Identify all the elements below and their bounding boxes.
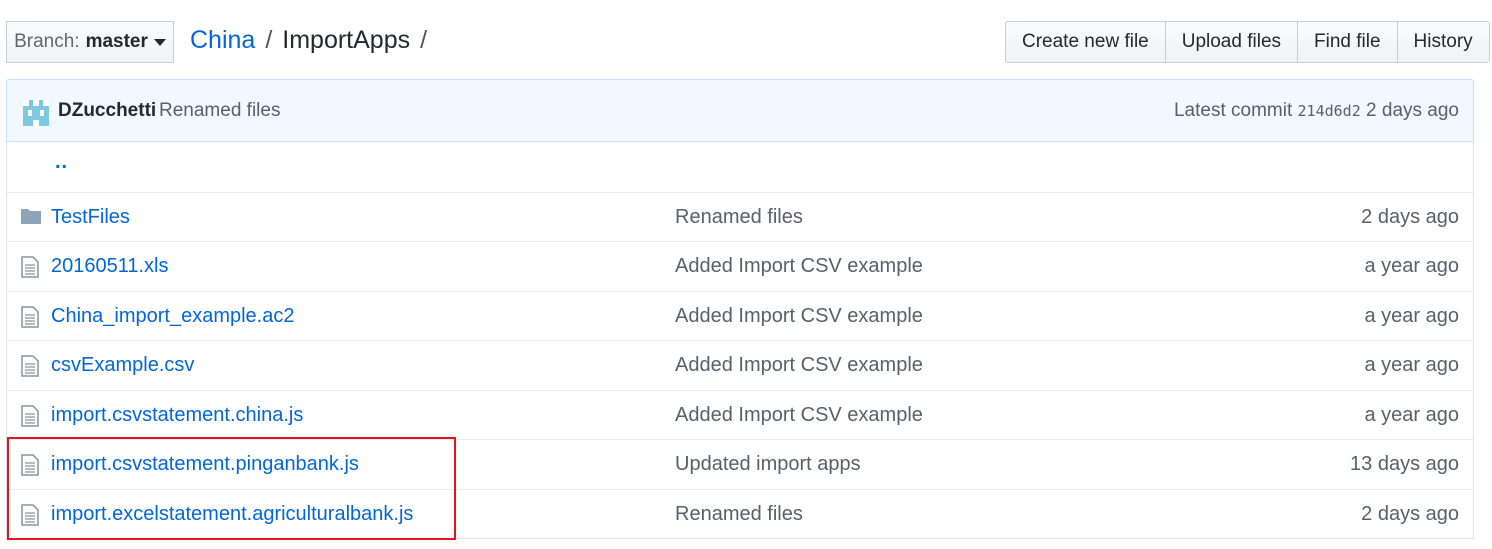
avatar[interactable] bbox=[23, 100, 49, 126]
breadcrumb-separator: / bbox=[420, 26, 428, 54]
file-icon bbox=[21, 355, 39, 377]
file-icon bbox=[21, 404, 39, 427]
file-row: import.csvstatement.pinganbank.js Update… bbox=[7, 439, 1473, 489]
file-name-link[interactable]: import.csvstatement.china.js bbox=[51, 404, 303, 427]
breadcrumb-separator: / bbox=[265, 26, 273, 54]
file-icon bbox=[21, 454, 39, 476]
file-name-link[interactable]: import.excelstatement.agriculturalbank.j… bbox=[51, 503, 413, 526]
latest-commit-label: Latest commit bbox=[1173, 100, 1293, 121]
folder-icon bbox=[21, 208, 41, 224]
branch-selector-button[interactable]: Branch: master bbox=[6, 21, 174, 63]
file-icon bbox=[21, 256, 39, 278]
parent-directory-row[interactable]: .. bbox=[7, 142, 1473, 192]
find-file-button[interactable]: Find file bbox=[1298, 22, 1398, 62]
file-age: a year ago bbox=[1364, 403, 1459, 426]
file-actions-group: Create new file Upload files Find file H… bbox=[1005, 21, 1490, 63]
file-name-link[interactable]: China_import_example.ac2 bbox=[51, 305, 294, 328]
file-row: import.excelstatement.agriculturalbank.j… bbox=[7, 488, 1473, 539]
file-name-link[interactable]: csvExample.csv bbox=[51, 354, 194, 377]
branch-label: Branch: bbox=[14, 31, 80, 52]
chevron-down-icon bbox=[153, 38, 166, 46]
commit-sha-link[interactable]: 214d6d2 bbox=[1298, 102, 1361, 120]
file-commit-message[interactable]: Added Import CSV example bbox=[675, 404, 923, 427]
file-age: a year ago bbox=[1364, 354, 1459, 376]
parent-directory-link[interactable]: .. bbox=[55, 151, 68, 174]
create-new-file-button[interactable]: Create new file bbox=[1006, 22, 1166, 62]
file-age: a year ago bbox=[1364, 255, 1459, 277]
upload-files-button[interactable]: Upload files bbox=[1165, 22, 1299, 62]
commit-message-link[interactable]: Renamed files bbox=[159, 100, 280, 122]
file-name-link[interactable]: import.csvstatement.pinganbank.js bbox=[51, 453, 359, 476]
file-name-link[interactable]: 20160511.xls bbox=[51, 255, 169, 278]
file-row: import.csvstatement.china.js Added Impor… bbox=[7, 389, 1473, 440]
file-row: 20160511.xls Added Import CSV example a … bbox=[7, 241, 1473, 291]
file-row: csvExample.csv Added Import CSV example … bbox=[7, 340, 1473, 390]
commit-author-link[interactable]: DZucchetti bbox=[58, 100, 156, 122]
file-row: China_import_example.ac2 Added Import CS… bbox=[7, 290, 1473, 341]
file-commit-message[interactable]: Updated import apps bbox=[675, 453, 861, 476]
file-age: a year ago bbox=[1364, 304, 1459, 327]
file-age: 2 days ago bbox=[1361, 502, 1459, 525]
file-list: .. TestFiles Renamed files 2 days ago 20… bbox=[6, 142, 1474, 539]
file-commit-message[interactable]: Renamed files bbox=[675, 206, 803, 229]
commit-age: 2 days ago bbox=[1366, 100, 1459, 121]
branch-value: master bbox=[85, 31, 148, 52]
breadcrumb-current: ImportApps bbox=[282, 26, 411, 54]
file-age: 13 days ago bbox=[1350, 453, 1459, 475]
latest-commit-bar: DZucchetti Renamed files Latest commit 2… bbox=[6, 79, 1474, 142]
file-commit-message[interactable]: Renamed files bbox=[675, 503, 803, 526]
file-row: TestFiles Renamed files 2 days ago bbox=[7, 191, 1473, 242]
latest-commit-info: Latest commit 214d6d2 2 days ago bbox=[1174, 100, 1459, 122]
breadcrumb-root-link[interactable]: China bbox=[190, 26, 255, 55]
file-age: 2 days ago bbox=[1361, 205, 1459, 228]
file-commit-message[interactable]: Added Import CSV example bbox=[675, 354, 923, 377]
file-name-link[interactable]: TestFiles bbox=[51, 206, 130, 229]
file-icon bbox=[21, 503, 39, 526]
history-button[interactable]: History bbox=[1397, 22, 1489, 62]
file-commit-message[interactable]: Added Import CSV example bbox=[675, 305, 923, 328]
file-icon bbox=[21, 305, 39, 328]
file-commit-message[interactable]: Added Import CSV example bbox=[675, 255, 923, 278]
breadcrumb: China / ImportApps / bbox=[190, 26, 427, 55]
